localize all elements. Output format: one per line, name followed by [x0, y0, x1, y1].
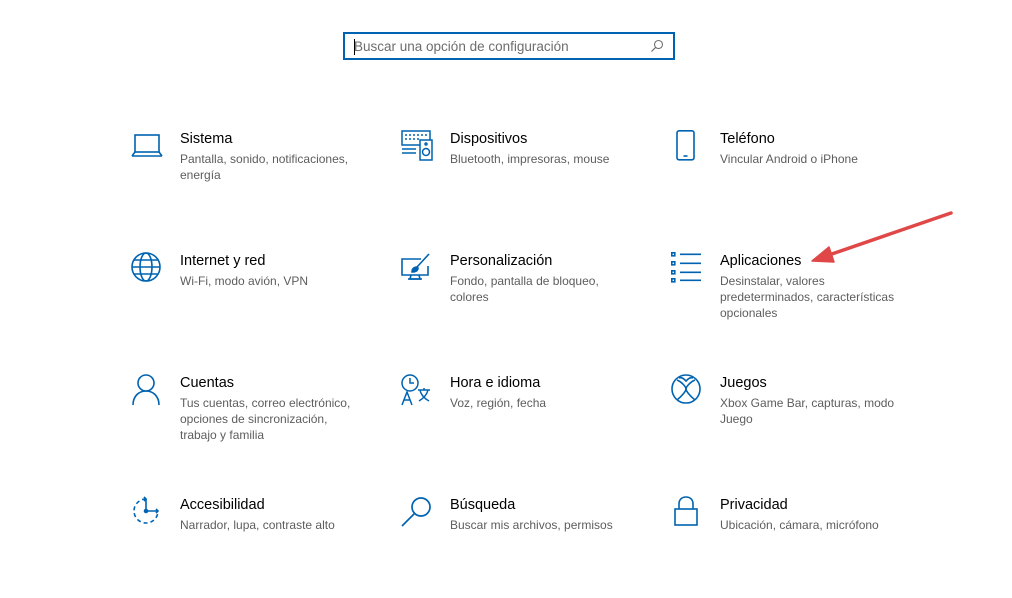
person-icon [131, 374, 163, 406]
tile-internet-y-red[interactable]: Internet y red Wi-Fi, modo avión, VPN [131, 252, 381, 352]
tile-sistema[interactable]: Sistema Pantalla, sonido, notificaciones… [131, 130, 381, 230]
settings-home: Sistema Pantalla, sonido, notificaciones… [0, 0, 1012, 598]
tile-title: Personalización [450, 253, 553, 269]
tile-description: Ubicación, cámara, micrófono [720, 518, 879, 532]
tile-title: Cuentas [180, 375, 235, 391]
tile-aplicaciones[interactable]: Aplicaciones Desinstalar, valores predet… [671, 252, 921, 352]
tile-hora-e-idioma[interactable]: Hora e idioma Voz, región, fecha [401, 374, 651, 474]
paintbrush-icon [401, 252, 433, 284]
xbox-icon [671, 374, 703, 406]
tile-busqueda[interactable]: Búsqueda Buscar mis archivos, permisos [401, 496, 651, 596]
tile-description: Tus cuentas, correo electrónico, opcione… [180, 396, 351, 442]
tile-title: Búsqueda [450, 497, 516, 513]
search-box[interactable] [343, 32, 675, 60]
tile-description: Narrador, lupa, contraste alto [180, 518, 335, 532]
tile-title: Teléfono [720, 131, 775, 147]
tile-description: Buscar mis archivos, permisos [450, 518, 613, 532]
app-list-icon [671, 252, 703, 284]
tile-description: Fondo, pantalla de bloqueo, colores [450, 274, 599, 304]
tile-description: Vincular Android o iPhone [720, 152, 858, 166]
globe-icon [131, 252, 163, 284]
tile-description: Xbox Game Bar, capturas, modo Juego [720, 396, 895, 426]
tile-personalizacion[interactable]: Personalización Fondo, pantalla de bloqu… [401, 252, 651, 352]
tile-dispositivos[interactable]: Dispositivos Bluetooth, impresoras, mous… [401, 130, 651, 230]
tile-accesibilidad[interactable]: Accesibilidad Narrador, lupa, contraste … [131, 496, 381, 596]
tile-title: Juegos [720, 375, 767, 391]
tile-cuentas[interactable]: Cuentas Tus cuentas, correo electrónico,… [131, 374, 381, 474]
tile-description: Pantalla, sonido, notificaciones, energí… [180, 152, 349, 182]
tile-title: Privacidad [720, 497, 788, 513]
time-language-icon [401, 374, 433, 406]
tile-title: Sistema [180, 131, 233, 147]
tile-description: Wi-Fi, modo avión, VPN [180, 274, 309, 288]
search-input[interactable] [345, 34, 647, 58]
tile-telefono[interactable]: Teléfono Vincular Android o iPhone [671, 130, 921, 230]
accessibility-icon [131, 496, 163, 528]
laptop-icon [131, 130, 163, 162]
phone-icon [671, 130, 703, 162]
tile-description: Bluetooth, impresoras, mouse [450, 152, 610, 166]
tile-title: Aplicaciones [720, 253, 802, 269]
tile-description: Desinstalar, valores predeterminados, ca… [720, 274, 895, 320]
search-category-icon [401, 496, 433, 528]
tile-title: Hora e idioma [450, 375, 541, 391]
text-caret [354, 39, 355, 55]
tile-title: Internet y red [180, 253, 266, 269]
tile-title: Accesibilidad [180, 497, 265, 513]
lock-icon [671, 496, 703, 528]
search-icon[interactable] [647, 36, 667, 56]
tile-title: Dispositivos [450, 131, 528, 147]
tile-privacidad[interactable]: Privacidad Ubicación, cámara, micrófono [671, 496, 921, 596]
tile-description: Voz, región, fecha [450, 396, 547, 410]
devices-icon [401, 130, 433, 162]
tile-juegos[interactable]: Juegos Xbox Game Bar, capturas, modo Jue… [671, 374, 921, 474]
